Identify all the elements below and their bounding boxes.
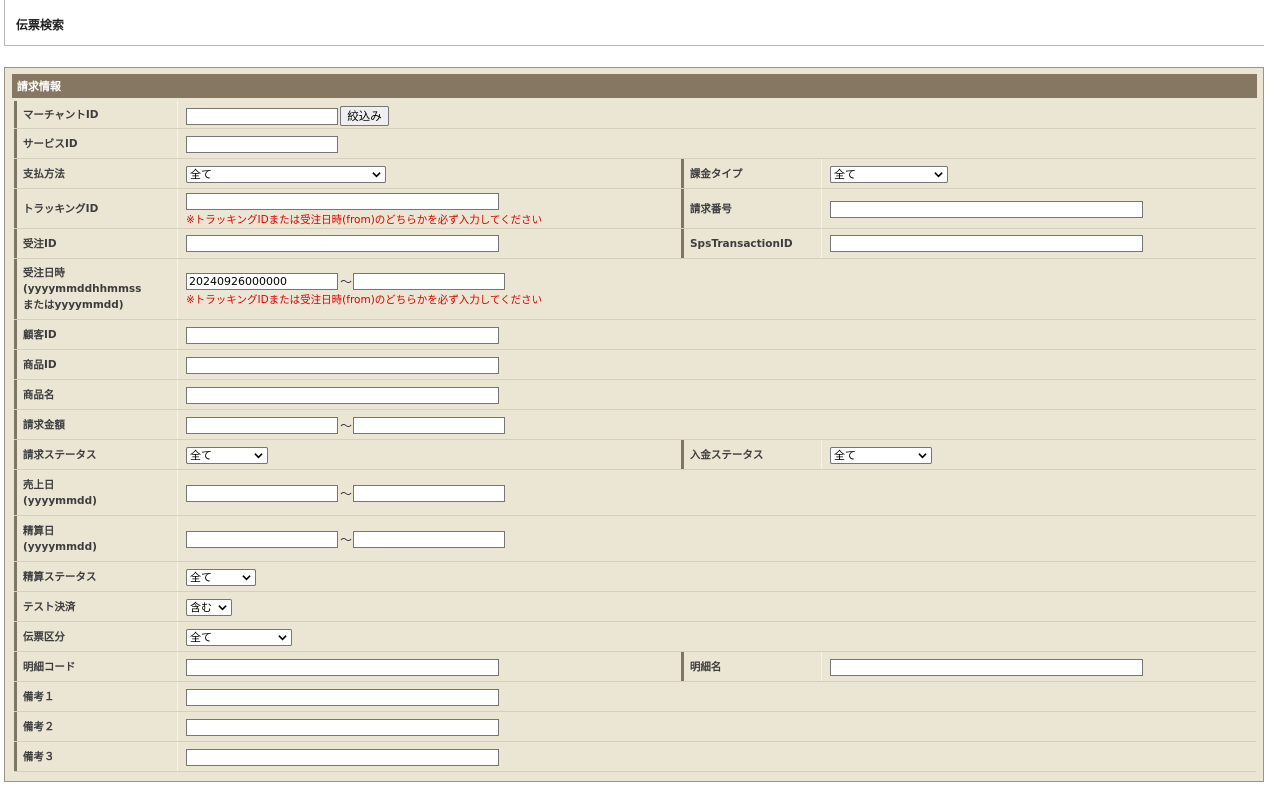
remarks1-label: 備考１ [14,682,176,711]
row-billing-status: 請求ステータス 全て 入金ステータス 全て [14,440,1256,470]
billing-status-select[interactable]: 全て [186,447,268,464]
detail-name-input[interactable] [830,659,1143,676]
tracking-id-label: トラッキングID [14,189,176,228]
row-slip-type: 伝票区分 全て [14,622,1256,652]
row-remarks3: 備考３ [14,742,1256,772]
billing-type-label: 課金タイプ [681,159,821,188]
chevron-down-icon [218,605,227,611]
tracking-required-note: ※トラッキングIDまたは受注日時(from)のどちらかを必ず入力してください [186,214,543,226]
search-panel: 請求情報 マーチャントID 絞込み サービスID 支払方法 全て 課金タイプ 全… [4,67,1264,782]
remarks2-label: 備考２ [14,712,176,741]
product-name-input[interactable] [186,387,499,404]
test-payment-select[interactable]: 含む [186,599,232,616]
order-datetime-label: 受注日時 (yyyymmddhhmmss またはyyyymmdd) [14,259,176,319]
sales-date-to-input[interactable] [353,485,505,502]
page-title: 伝票検索 [16,18,65,32]
sales-date-label: 売上日 (yyyymmdd) [14,470,176,515]
settlement-date-from-input[interactable] [186,531,338,548]
order-id-label: 受注ID [14,229,176,258]
merchant-id-label: マーチャントID [14,101,176,128]
chevron-down-icon [254,453,263,459]
billing-amount-from-input[interactable] [186,417,338,434]
page-header: 伝票検索 [4,0,1264,46]
row-merchant-id: マーチャントID 絞込み [14,101,1256,129]
invoice-number-label: 請求番号 [681,189,821,228]
remarks2-input[interactable] [186,719,499,736]
chevron-down-icon [372,172,381,178]
chevron-down-icon [242,575,251,581]
settlement-status-label: 精算ステータス [14,562,176,591]
customer-id-label: 顧客ID [14,320,176,349]
settlement-date-to-input[interactable] [353,531,505,548]
range-separator: ～ [340,533,353,547]
remarks3-input[interactable] [186,749,499,766]
panel-title: 請求情報 [12,74,1257,98]
slip-type-label: 伝票区分 [14,622,176,651]
row-remarks2: 備考２ [14,712,1256,742]
product-id-input[interactable] [186,357,499,374]
sps-transaction-id-label: SpsTransactionID [681,229,821,258]
row-order-id: 受注ID SpsTransactionID [14,229,1256,259]
sps-transaction-id-input[interactable] [830,235,1143,252]
billing-amount-label: 請求金額 [14,410,176,439]
range-separator: ～ [340,275,353,289]
row-settlement-status: 精算ステータス 全て [14,562,1256,592]
row-sales-date: 売上日 (yyyymmdd) ～ [14,470,1256,516]
order-datetime-from-input[interactable] [186,273,338,290]
row-tracking-id: トラッキングID ※トラッキングIDまたは受注日時(from)のどちらかを必ず入… [14,189,1256,229]
slip-type-select[interactable]: 全て [186,629,292,646]
service-id-label: サービスID [14,129,176,158]
service-id-input[interactable] [186,136,338,153]
chevron-down-icon [918,453,927,459]
row-billing-amount: 請求金額 ～ [14,410,1256,440]
row-product-name: 商品名 [14,380,1256,410]
row-customer-id: 顧客ID [14,320,1256,350]
row-payment-method: 支払方法 全て 課金タイプ 全て [14,159,1256,189]
billing-amount-to-input[interactable] [353,417,505,434]
payment-status-label: 入金ステータス [681,440,821,469]
sales-date-from-input[interactable] [186,485,338,502]
test-payment-label: テスト決済 [14,592,176,621]
billing-type-select[interactable]: 全て [830,166,948,183]
tracking-id-input[interactable] [186,193,499,210]
product-id-label: 商品ID [14,350,176,379]
chevron-down-icon [934,172,943,178]
row-test-payment: テスト決済 含む [14,592,1256,622]
range-separator: ～ [340,419,353,433]
payment-method-label: 支払方法 [14,159,176,188]
detail-code-label: 明細コード [14,652,176,681]
payment-status-select[interactable]: 全て [830,447,932,464]
billing-status-label: 請求ステータス [14,440,176,469]
invoice-number-input[interactable] [830,201,1143,218]
chevron-down-icon [278,635,287,641]
order-datetime-required-note: ※トラッキングIDまたは受注日時(from)のどちらかを必ず入力してください [186,294,543,306]
customer-id-input[interactable] [186,327,499,344]
product-name-label: 商品名 [14,380,176,409]
filter-button[interactable]: 絞込み [340,106,389,126]
detail-name-label: 明細名 [681,652,821,681]
row-settlement-date: 精算日 (yyyymmdd) ～ [14,516,1256,562]
row-service-id: サービスID [14,129,1256,159]
row-remarks1: 備考１ [14,682,1256,712]
payment-method-select[interactable]: 全て [186,166,386,183]
range-separator: ～ [340,487,353,501]
detail-code-input[interactable] [186,659,499,676]
remarks1-input[interactable] [186,689,499,706]
row-order-datetime: 受注日時 (yyyymmddhhmmss またはyyyymmdd) ～ ※トラッ… [14,259,1256,320]
settlement-date-label: 精算日 (yyyymmdd) [14,516,176,561]
row-product-id: 商品ID [14,350,1256,380]
remarks3-label: 備考３ [14,742,176,771]
order-id-input[interactable] [186,235,499,252]
order-datetime-to-input[interactable] [353,273,505,290]
merchant-id-input[interactable] [186,108,338,125]
row-detail-code: 明細コード 明細名 [14,652,1256,682]
settlement-status-select[interactable]: 全て [186,569,256,586]
